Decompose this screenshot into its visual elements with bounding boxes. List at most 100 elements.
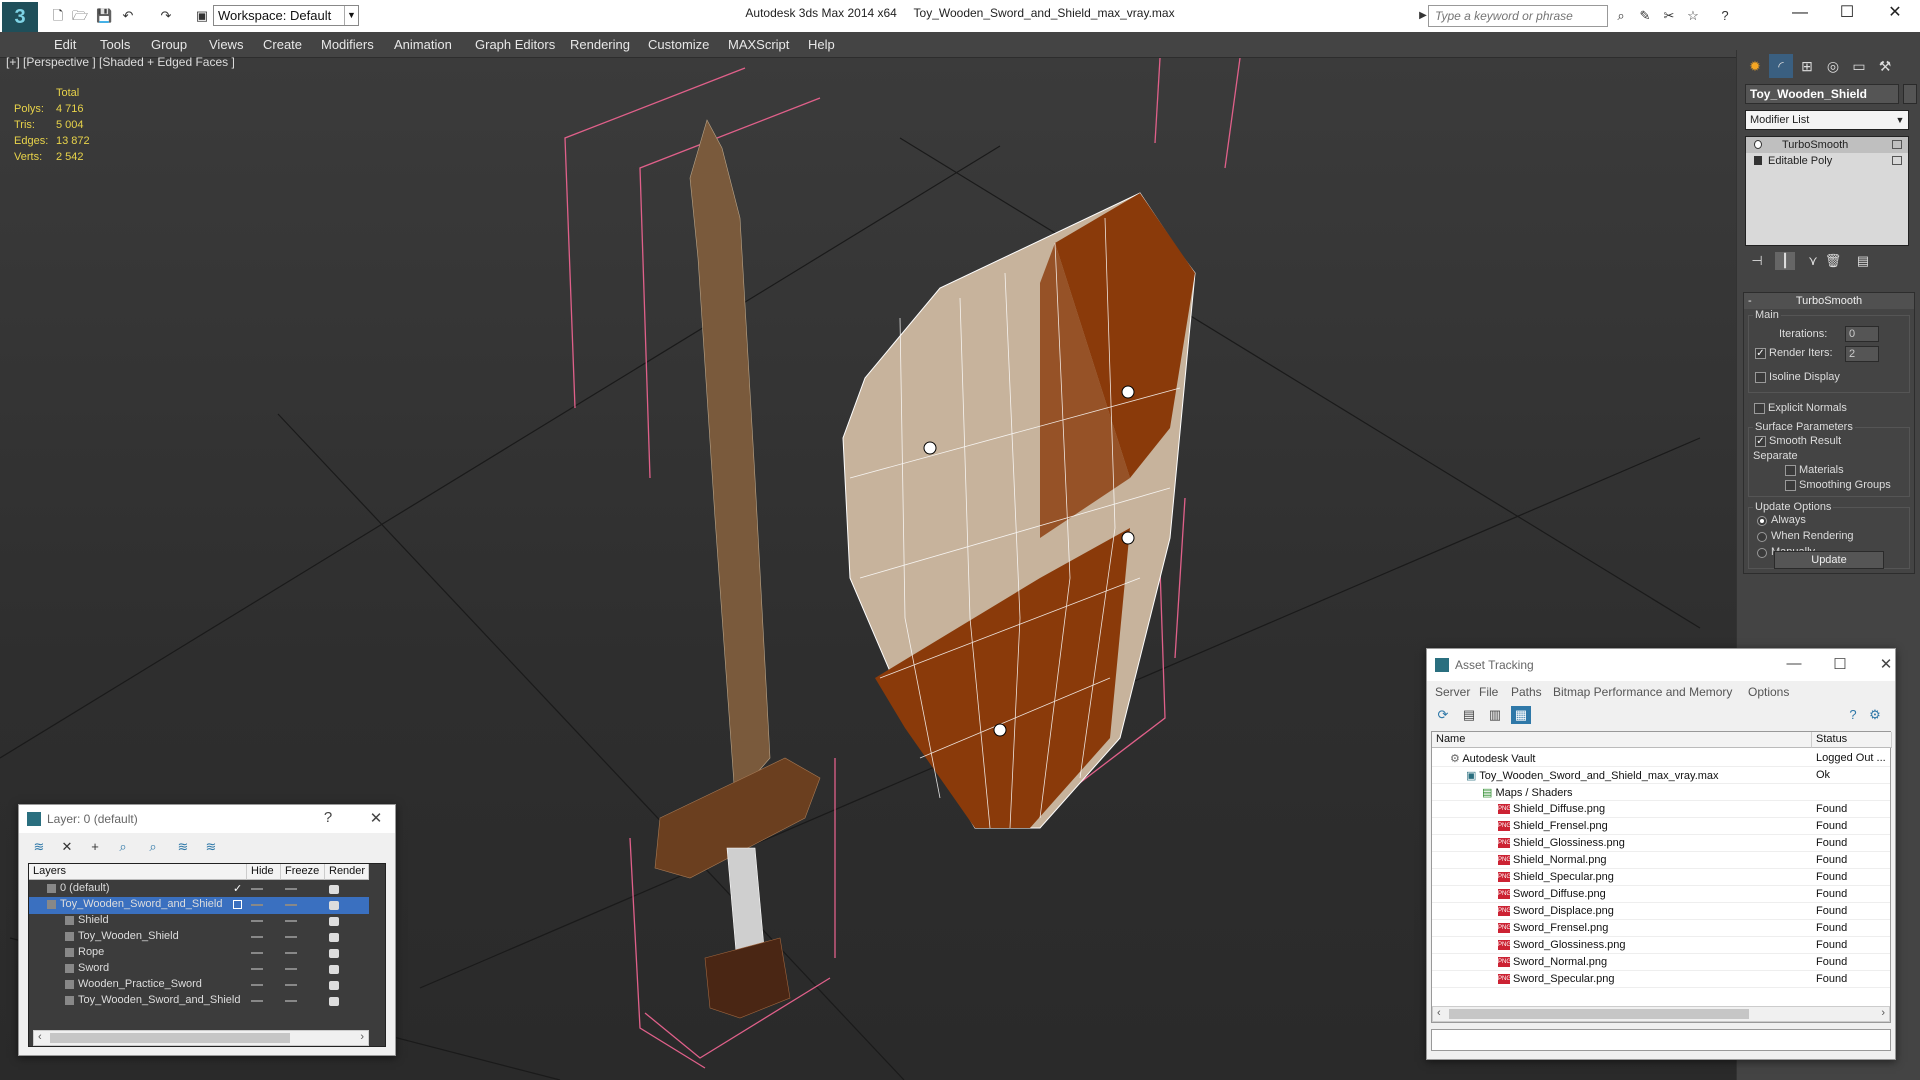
freeze-toggle[interactable] xyxy=(285,888,297,890)
render-iters-checkbox[interactable]: ✓ xyxy=(1755,348,1766,359)
render-iters-spinner[interactable]: 2 xyxy=(1845,346,1879,362)
freeze-toggle[interactable] xyxy=(285,984,297,986)
layer-row[interactable]: Shield xyxy=(29,913,369,930)
menu-help[interactable]: Help xyxy=(808,37,835,52)
manually-radio[interactable] xyxy=(1757,548,1767,558)
asset-row[interactable]: PNG Shield_Glossiness.png Found xyxy=(1432,835,1890,852)
menu-customize[interactable]: Customize xyxy=(648,37,709,52)
explicit-normals-checkbox[interactable] xyxy=(1754,403,1765,414)
asset-row[interactable]: ▤ Maps / Shaders xyxy=(1432,784,1890,801)
open-file-icon[interactable]: 🗁 xyxy=(72,8,88,24)
menu-views[interactable]: Views xyxy=(209,37,243,52)
hide-toggle[interactable] xyxy=(251,888,263,890)
delete-layer-icon[interactable]: ✕ xyxy=(57,838,77,856)
save-file-icon[interactable]: 💾 xyxy=(96,8,112,24)
rollout-header[interactable]: - TurboSmooth xyxy=(1744,293,1914,309)
column-header-hide[interactable]: Hide xyxy=(247,864,281,880)
stack-item-turbosmooth[interactable]: TurboSmooth xyxy=(1746,137,1908,153)
asset-window-titlebar[interactable]: Asset Tracking — ☐ ✕ xyxy=(1427,649,1895,681)
always-radio[interactable] xyxy=(1757,516,1767,526)
horizontal-scrollbar[interactable]: ‹ › xyxy=(1432,1006,1890,1022)
asset-row[interactable]: PNG Shield_Diffuse.png Found xyxy=(1432,801,1890,818)
app-menu-button[interactable]: 3 xyxy=(2,2,38,32)
scroll-right-icon[interactable]: › xyxy=(360,1031,364,1043)
layer-row[interactable]: Toy_Wooden_Sword_and_Shield xyxy=(29,993,369,1010)
maximize-button[interactable]: ☐ xyxy=(1825,655,1855,673)
render-teapot-icon[interactable] xyxy=(329,933,339,942)
scroll-left-icon[interactable]: ‹ xyxy=(38,1031,42,1043)
hide-toggle[interactable] xyxy=(251,984,263,986)
hide-toggle[interactable] xyxy=(251,952,263,954)
hierarchy-tab-icon[interactable]: ⊞ xyxy=(1795,54,1819,78)
project-folder-icon[interactable]: ▣ xyxy=(194,8,210,24)
minimize-button[interactable]: — xyxy=(1779,655,1809,672)
subscription-icon[interactable]: ✎ xyxy=(1636,7,1654,25)
asset-row[interactable]: PNG Sword_Specular.png Found xyxy=(1432,971,1890,988)
layer-window-titlebar[interactable]: Layer: 0 (default) ? ✕ xyxy=(19,805,395,833)
close-button[interactable]: ✕ xyxy=(1872,0,1918,26)
help-icon[interactable]: ? xyxy=(313,809,343,826)
menu-file[interactable]: File xyxy=(1479,685,1498,699)
scroll-right-icon[interactable]: › xyxy=(1881,1007,1885,1019)
asset-row[interactable]: PNG Sword_Displace.png Found xyxy=(1432,903,1890,920)
help-icon[interactable]: ? xyxy=(1843,706,1863,724)
menu-maxscript[interactable]: MAXScript xyxy=(728,37,789,52)
asset-row[interactable]: PNG Shield_Specular.png Found xyxy=(1432,869,1890,886)
render-teapot-icon[interactable] xyxy=(329,901,339,910)
modifier-list-dropdown[interactable]: Modifier List ▼ xyxy=(1745,110,1909,130)
table-view-icon[interactable]: ▦ xyxy=(1511,706,1531,724)
menu-edit[interactable]: Edit xyxy=(54,37,76,52)
column-header-status[interactable]: Status xyxy=(1812,732,1892,748)
menu-paths[interactable]: Paths xyxy=(1511,685,1542,699)
hide-all-icon[interactable]: ≋ xyxy=(173,838,193,856)
menu-graph-editors[interactable]: Graph Editors xyxy=(475,37,555,52)
maximize-button[interactable]: ☐ xyxy=(1824,0,1870,26)
hide-toggle[interactable] xyxy=(251,904,263,906)
settings-icon[interactable]: ⚙ xyxy=(1865,706,1885,724)
menu-modifiers[interactable]: Modifiers xyxy=(321,37,374,52)
column-header-layers[interactable]: Layers xyxy=(29,864,247,880)
render-teapot-icon[interactable] xyxy=(329,997,339,1006)
update-button[interactable]: Update xyxy=(1774,551,1884,569)
iterations-spinner[interactable]: 0 xyxy=(1845,326,1879,342)
asset-row[interactable]: PNG Sword_Glossiness.png Found xyxy=(1432,937,1890,954)
render-teapot-icon[interactable] xyxy=(329,981,339,990)
scroll-thumb[interactable] xyxy=(1449,1009,1749,1019)
redo-icon[interactable]: ↷ xyxy=(158,8,174,24)
new-file-icon[interactable]: 🗋 xyxy=(50,8,66,24)
viewport-label[interactable]: [+] [Perspective ] [Shaded + Edged Faces… xyxy=(6,55,235,69)
asset-row[interactable]: PNG Shield_Normal.png Found xyxy=(1432,852,1890,869)
render-teapot-icon[interactable] xyxy=(329,949,339,958)
materials-checkbox[interactable] xyxy=(1785,465,1796,476)
close-icon[interactable]: ✕ xyxy=(361,809,391,827)
motion-tab-icon[interactable]: ◎ xyxy=(1821,54,1845,78)
favorites-star-icon[interactable]: ☆ xyxy=(1684,7,1702,25)
pin-stack-icon[interactable]: ⊣ xyxy=(1747,252,1767,270)
menu-create[interactable]: Create xyxy=(263,37,302,52)
modify-tab-icon[interactable]: ◜ xyxy=(1769,54,1793,78)
hide-toggle[interactable] xyxy=(251,1000,263,1002)
asset-row[interactable]: ▣ Toy_Wooden_Sword_and_Shield_max_vray.m… xyxy=(1432,767,1890,784)
scroll-left-icon[interactable]: ‹ xyxy=(1437,1007,1441,1019)
layer-row[interactable]: Sword xyxy=(29,961,369,978)
menu-server[interactable]: Server xyxy=(1435,685,1470,699)
layer-row[interactable]: Rope xyxy=(29,945,369,962)
active-layer-check-icon[interactable]: ✓ xyxy=(233,882,242,895)
help-icon[interactable]: ? xyxy=(1716,7,1734,25)
detail-view-icon[interactable]: ▥ xyxy=(1485,706,1505,724)
scroll-thumb[interactable] xyxy=(50,1033,290,1043)
menu-bitmap-performance[interactable]: Bitmap Performance and Memory xyxy=(1553,685,1732,699)
make-unique-icon[interactable]: ⋎ xyxy=(1803,252,1823,270)
select-objects-icon[interactable]: ⌕ xyxy=(113,838,133,856)
asset-path-field[interactable] xyxy=(1431,1029,1891,1051)
layer-row[interactable]: Toy_Wooden_Sword_and_Shield xyxy=(29,897,369,914)
hide-toggle[interactable] xyxy=(251,936,263,938)
communication-icon[interactable]: ✂ xyxy=(1660,7,1678,25)
create-tab-icon[interactable]: ✹ xyxy=(1743,54,1767,78)
when-rendering-radio[interactable] xyxy=(1757,532,1767,542)
isoline-checkbox[interactable] xyxy=(1755,372,1766,383)
asset-row[interactable]: PNG Sword_Diffuse.png Found xyxy=(1432,886,1890,903)
utilities-tab-icon[interactable]: ⚒ xyxy=(1873,54,1897,78)
freeze-toggle[interactable] xyxy=(285,904,297,906)
highlight-layer-icon[interactable]: ⌕ xyxy=(143,838,163,856)
